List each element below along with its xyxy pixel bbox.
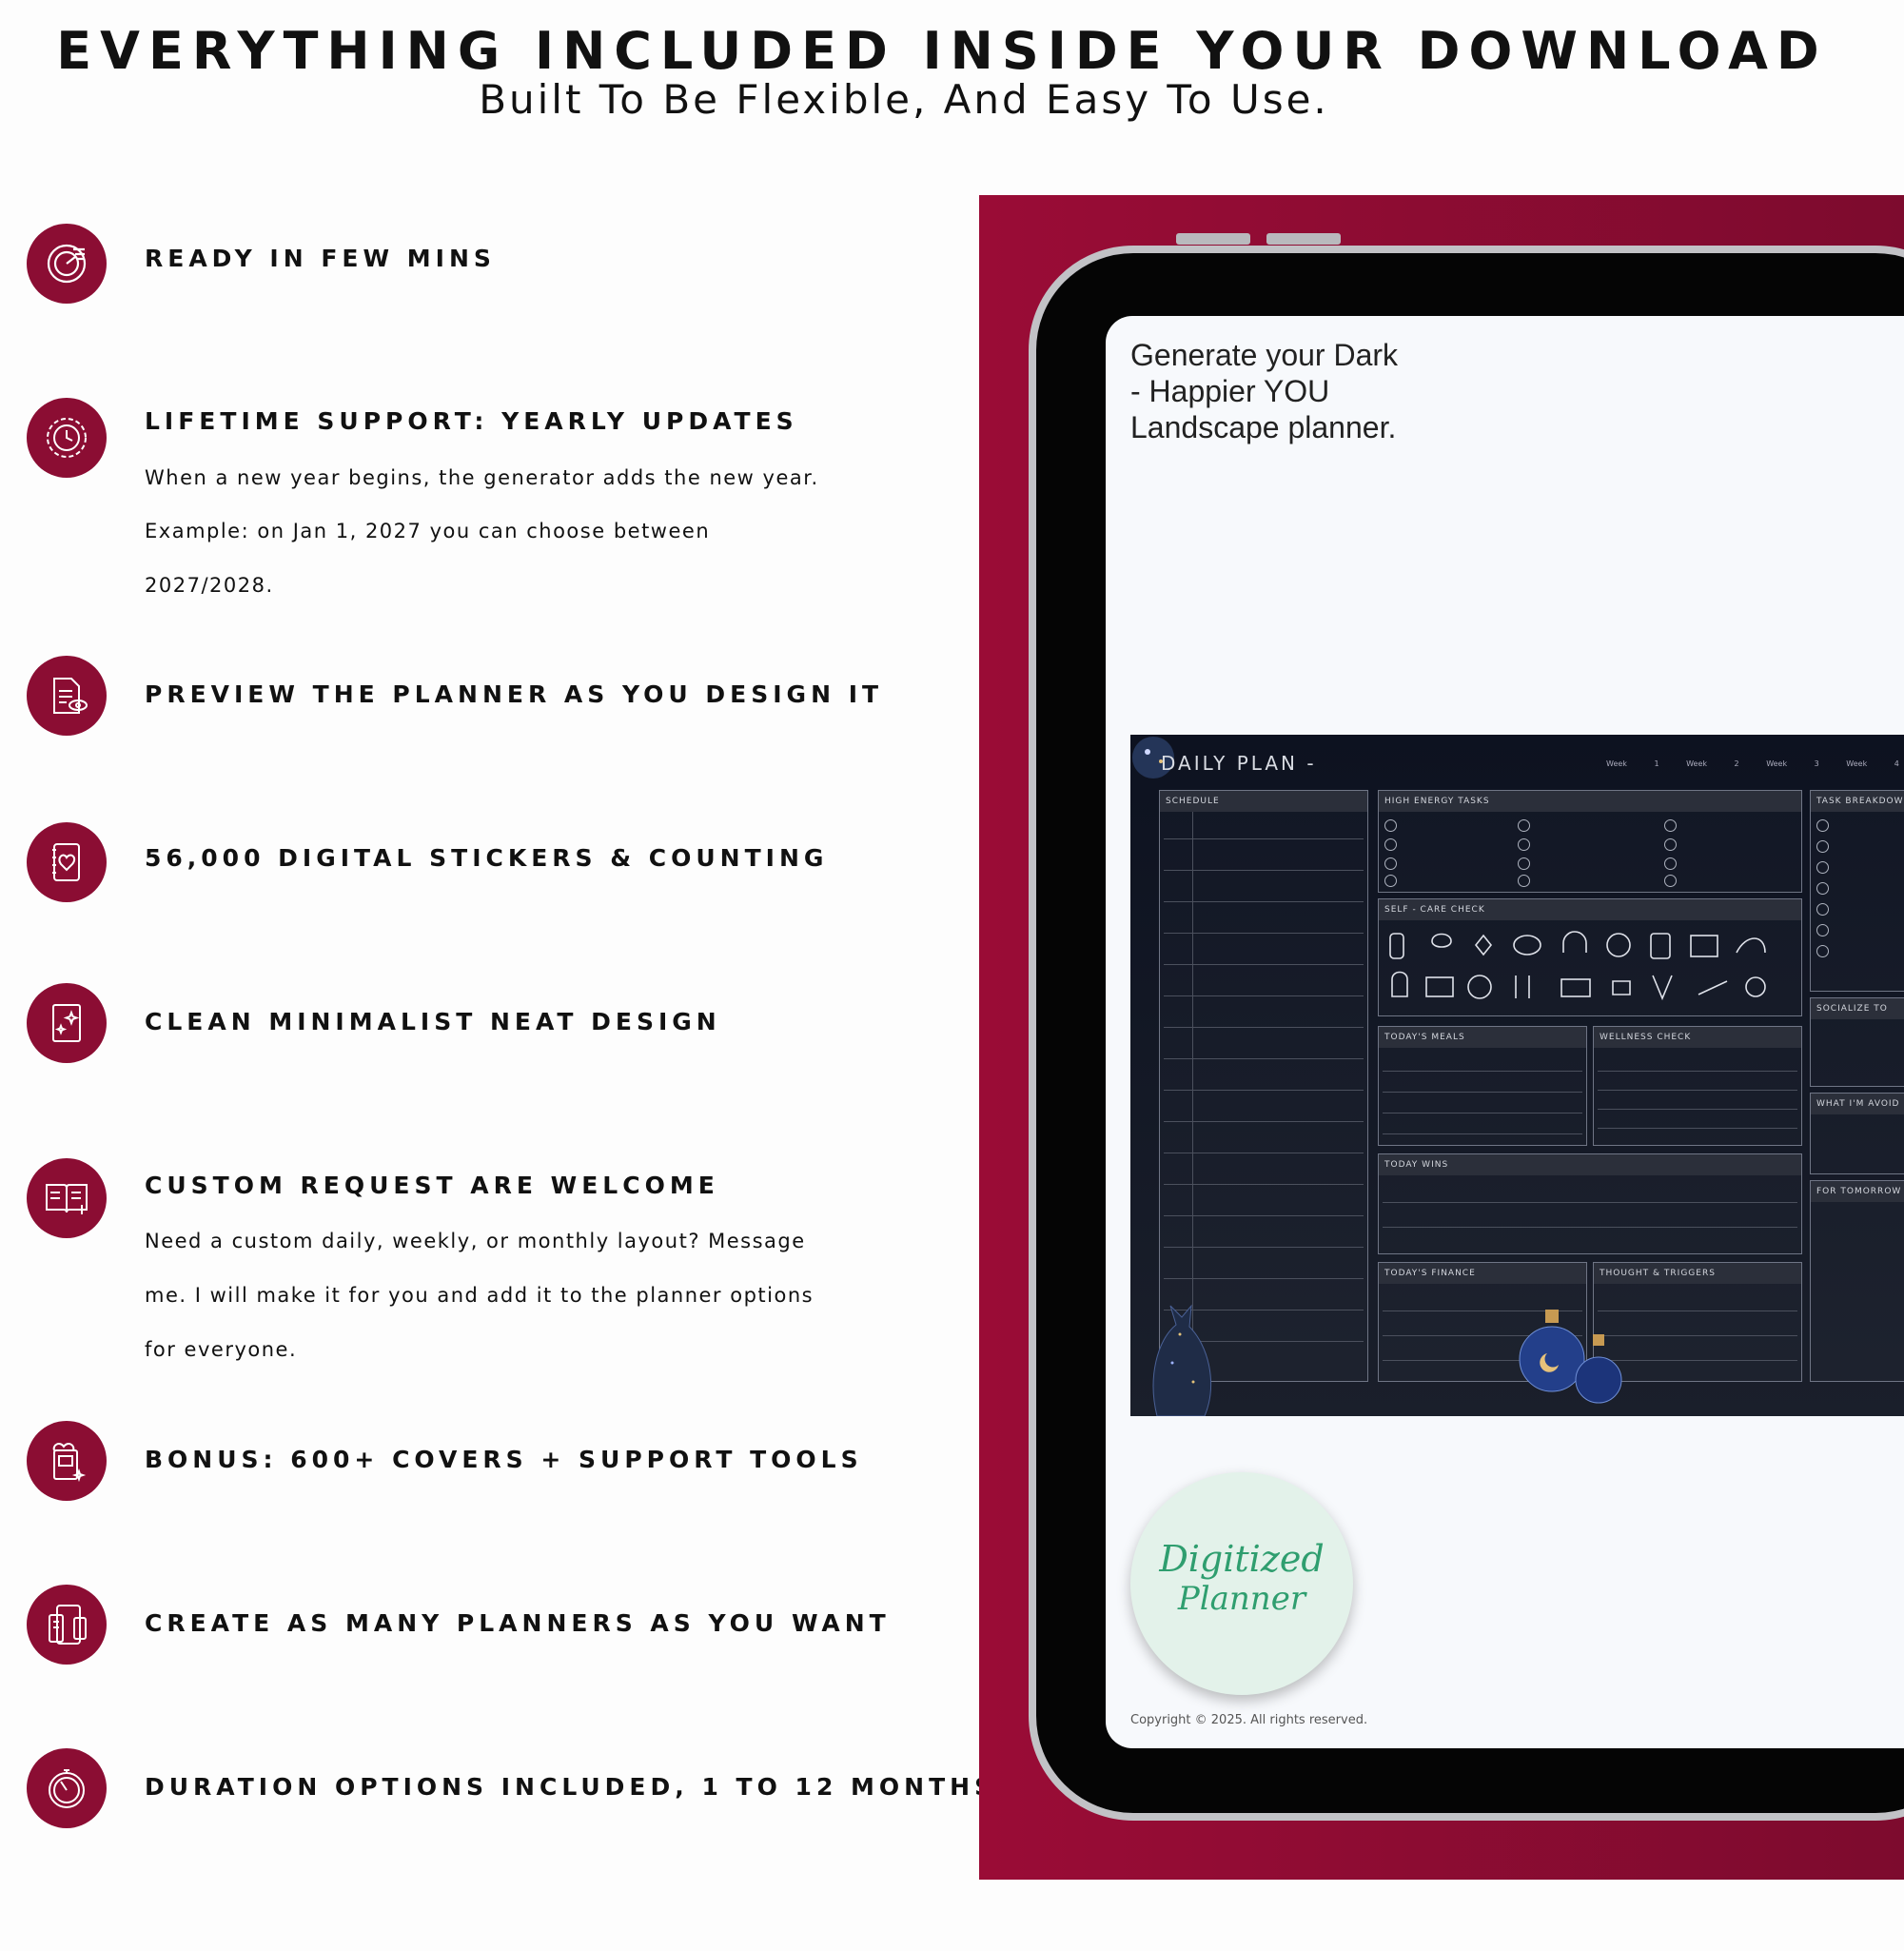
sparkle-page-icon [27,983,107,1063]
daily-plan-preview: DAILY PLAN - Week 1 Week 2 Week 3 Week 4… [1130,735,1904,1416]
speed-gauge-icon [27,224,107,304]
daily-plan-week-tabs: Week 1 Week 2 Week 3 Week 4 [1606,759,1899,768]
wellness-panel: WELLNESS CHECK [1593,1026,1802,1146]
brand-logo-icon: Digitized Planner [1158,1538,1324,1618]
panel-header: TASK BREAKDOWN [1811,791,1904,812]
feature-title: READY IN FEW MINS [145,245,496,272]
feature-title: 56,000 DIGITAL STICKERS & COUNTING [145,844,829,872]
feature-title: DURATION OPTIONS INCLUDED, 1 TO 12 MONTH… [145,1773,997,1801]
feature-title: BONUS: 600+ COVERS + SUPPORT TOOLS [145,1446,863,1473]
cat-silhouette-icon [1152,1304,1211,1416]
tablet-button [1176,233,1250,245]
tablet-button [1266,233,1341,245]
gear-clock-icon [27,398,107,478]
feature-title: CLEAN MINIMALIST NEAT DESIGN [145,1008,721,1035]
priorities-panel: HIGH ENERGY TASKS [1378,790,1802,893]
brand-seal-logo: Digitized Planner [1130,1472,1353,1695]
avoid-panel: WHAT I'M AVOID [1810,1093,1904,1174]
panel-header: SOCIALIZE TO [1811,998,1904,1019]
task-breakdown-panel: TASK BREAKDOWN [1810,790,1904,992]
feature-title: PREVIEW THE PLANNER AS YOU DESIGN IT [145,680,884,708]
page-title: EVERYTHING INCLUDED INSIDE YOUR DOWNLOAD [56,21,1828,81]
feature-description: When a new year begins, the generator ad… [145,466,819,489]
promo-line: Generate your Dark [1130,338,1399,372]
panel-header: WELLNESS CHECK [1594,1027,1801,1048]
feature-description: me. I will make it for you and add it to… [145,1284,815,1307]
panel-header: TODAY'S FINANCE [1379,1263,1586,1284]
self-care-panel: SELF - CARE CHECK [1378,898,1802,1016]
feature-description: Need a custom daily, weekly, or monthly … [145,1230,806,1252]
feature-description: for everyone. [145,1338,298,1361]
sticker-notebook-icon [27,822,107,902]
socialize-panel: SOCIALIZE TO [1810,997,1904,1087]
tablet-screen: Generate your Dark - Happier YOU Landsca… [1106,316,1904,1748]
wins-panel: TODAY WINS [1378,1153,1802,1254]
feature-description: Example: on Jan 1, 2027 you can choose b… [145,520,711,542]
promo-line: - Happier YOU [1130,374,1330,408]
feature-title: LIFETIME SUPPORT: YEARLY UPDATES [145,407,798,435]
feature-title: CUSTOM REQUEST ARE WELCOME [145,1172,719,1199]
devices-icon [27,1585,107,1665]
potion-bottles-icon [1519,1310,1622,1404]
panel-header: HIGH ENERGY TASKS [1379,791,1801,812]
daily-plan-title: DAILY PLAN - [1161,752,1317,775]
feature-title: CREATE AS MANY PLANNERS AS YOU WANT [145,1609,891,1637]
page-subtitle: Built To Be Flexible, And Easy To Use. [479,76,1329,123]
tomorrow-panel: FOR TOMORROW [1810,1180,1904,1382]
panel-header: SCHEDULE [1160,791,1367,812]
svg-text:Digitized: Digitized [1158,1538,1324,1580]
svg-text:Planner: Planner [1177,1580,1307,1618]
promo-line: Landscape planner. [1130,410,1397,444]
panel-header: WHAT I'M AVOID [1811,1094,1904,1114]
open-book-plus-icon [27,1158,107,1238]
panel-header: SELF - CARE CHECK [1379,899,1801,920]
promo-headline: Generate your Dark - Happier YOU Landsca… [1130,337,1398,445]
stopwatch-icon [27,1748,107,1828]
self-care-icons [1389,931,1766,1001]
panel-header: FOR TOMORROW [1811,1181,1904,1202]
panel-header: TODAY'S MEALS [1379,1027,1586,1048]
document-eye-icon [27,656,107,736]
panel-header: TODAY WINS [1379,1154,1801,1175]
feature-description: 2027/2028. [145,574,274,597]
meals-panel: TODAY'S MEALS [1378,1026,1587,1146]
gift-cover-icon [27,1421,107,1501]
copyright-text: Copyright © 2025. All rights reserved. [1130,1713,1368,1727]
panel-header: THOUGHT & TRIGGERS [1594,1263,1801,1284]
